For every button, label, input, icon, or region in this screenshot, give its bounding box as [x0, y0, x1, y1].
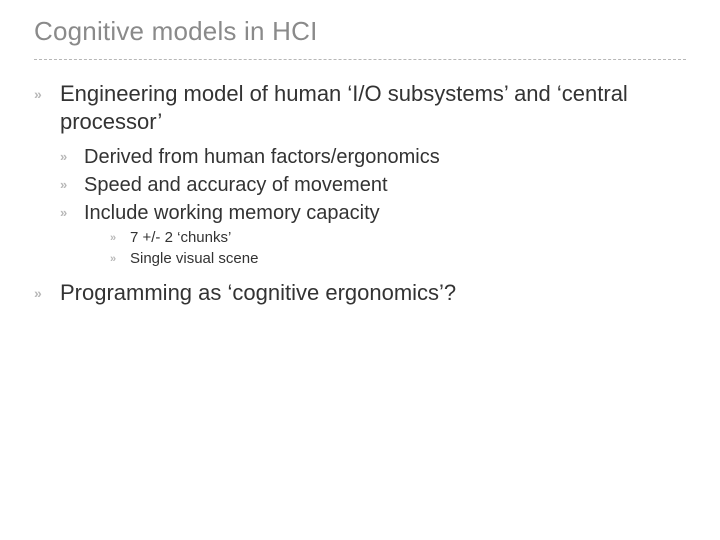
bullet-icon: »	[60, 144, 84, 170]
bullet-level3: » 7 +/- 2 ‘chunks’	[110, 228, 686, 248]
bullet-icon: »	[110, 249, 130, 269]
bullet-level3: » Single visual scene	[110, 249, 686, 269]
title-underline	[34, 59, 686, 60]
bullet-text: Engineering model of human ‘I/O subsyste…	[60, 80, 686, 136]
bullet-level2: » Include working memory capacity	[60, 200, 686, 226]
bullet-level2: » Derived from human factors/ergonomics	[60, 144, 686, 170]
bullet-icon: »	[34, 279, 60, 307]
bullet-level1: » Engineering model of human ‘I/O subsys…	[34, 80, 686, 136]
bullet-text: Speed and accuracy of movement	[84, 172, 388, 198]
bullet-text: 7 +/- 2 ‘chunks’	[130, 228, 231, 248]
slide: Cognitive models in HCI » Engineering mo…	[0, 0, 720, 307]
bullet-icon: »	[60, 172, 84, 198]
bullet-icon: »	[110, 228, 130, 248]
sublist: » Derived from human factors/ergonomics …	[60, 144, 686, 269]
sub-sublist: » 7 +/- 2 ‘chunks’ » Single visual scene	[110, 228, 686, 269]
bullet-level1: » Programming as ‘cognitive ergonomics’?	[34, 279, 686, 307]
bullet-text: Derived from human factors/ergonomics	[84, 144, 440, 170]
slide-title: Cognitive models in HCI	[34, 16, 686, 47]
bullet-text: Single visual scene	[130, 249, 258, 269]
bullet-icon: »	[34, 80, 60, 136]
bullet-level2: » Speed and accuracy of movement	[60, 172, 686, 198]
bullet-text: Include working memory capacity	[84, 200, 380, 226]
bullet-icon: »	[60, 200, 84, 226]
bullet-text: Programming as ‘cognitive ergonomics’?	[60, 279, 456, 307]
